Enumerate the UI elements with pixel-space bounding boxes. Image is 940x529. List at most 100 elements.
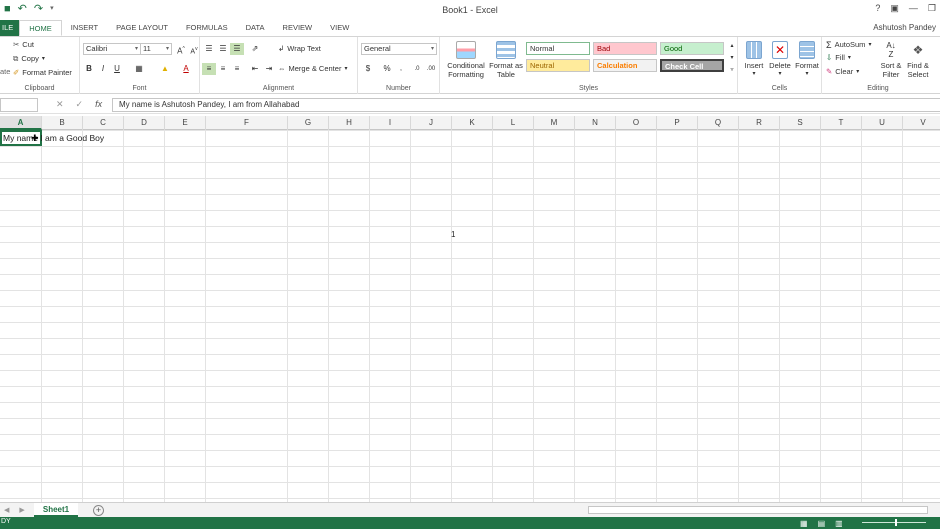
align-bottom-icon[interactable]: ☰ xyxy=(230,43,244,55)
column-header-r[interactable]: R xyxy=(739,116,780,130)
delete-cells-button[interactable]: ✕ Delete ▾ xyxy=(767,41,793,79)
column-header-i[interactable]: I xyxy=(370,116,411,130)
column-header-j[interactable]: J xyxy=(411,116,452,130)
borders-icon[interactable]: ▦ xyxy=(132,63,146,75)
fill-button[interactable]: ⇩ Fill ▾ xyxy=(826,53,851,63)
align-middle-icon[interactable]: ☰ xyxy=(216,43,230,55)
column-header-f[interactable]: F xyxy=(206,116,288,130)
underline-button[interactable]: U xyxy=(110,63,124,75)
font-color-icon[interactable]: A xyxy=(179,63,193,75)
column-header-g[interactable]: G xyxy=(288,116,329,130)
merge-center-button[interactable]: ⇔ Merge & Center ▾ xyxy=(278,64,347,74)
minimize-button[interactable]: — xyxy=(909,3,918,14)
column-header-m[interactable]: M xyxy=(534,116,575,130)
orientation-icon[interactable]: ⇗ xyxy=(248,43,262,55)
font-size-select[interactable]: 11 ▾ xyxy=(140,43,172,55)
bold-button[interactable]: B xyxy=(82,63,96,75)
copy-button[interactable]: ⧉ Copy ▾ xyxy=(13,54,45,64)
format-painter-button[interactable]: ✐ Format Painter xyxy=(13,68,72,78)
styles-scroll-down-icon[interactable]: ▾ xyxy=(725,53,739,63)
styles-scroll-up-icon[interactable]: ▴ xyxy=(725,41,739,51)
align-right-icon[interactable]: ≡ xyxy=(230,63,244,75)
sheet-tab-sheet1[interactable]: Sheet1 xyxy=(34,503,78,517)
comma-style-icon[interactable]: , xyxy=(394,63,408,75)
format-cells-button[interactable]: Format ▾ xyxy=(793,41,821,79)
tab-file[interactable]: ILE xyxy=(0,20,20,36)
ribbon-display-icon[interactable]: ▣ xyxy=(890,3,899,14)
style-neutral[interactable]: Neutral xyxy=(526,59,590,72)
insert-cells-button[interactable]: Insert ▾ xyxy=(741,41,767,79)
style-calculation[interactable]: Calculation xyxy=(593,59,657,72)
user-name[interactable]: Ashutosh Pandey xyxy=(873,23,936,32)
zoom-slider-thumb[interactable] xyxy=(895,519,897,526)
tab-data[interactable]: DATA xyxy=(237,20,274,36)
restore-button[interactable]: ❐ xyxy=(928,3,936,14)
column-header-l[interactable]: L xyxy=(493,116,534,130)
paste-button[interactable]: ate xyxy=(0,67,10,77)
cell-area[interactable] xyxy=(0,130,940,502)
prev-sheet-icon[interactable]: ◀ xyxy=(4,506,9,514)
column-header-c[interactable]: C xyxy=(83,116,124,130)
column-header-t[interactable]: T xyxy=(821,116,862,130)
tab-home[interactable]: HOME xyxy=(19,20,62,36)
fill-color-icon[interactable]: ▲ xyxy=(158,63,172,75)
currency-icon[interactable]: $ xyxy=(361,63,375,75)
tab-review[interactable]: REVIEW xyxy=(274,20,322,36)
align-left-icon[interactable]: ≡ xyxy=(202,63,216,75)
wrap-text-button[interactable]: ↲ Wrap Text xyxy=(278,44,321,54)
page-layout-view-icon[interactable]: ▤ xyxy=(818,519,826,528)
percent-icon[interactable]: % xyxy=(380,63,394,75)
normal-view-icon[interactable]: ▦ xyxy=(800,519,808,528)
styles-more-icon[interactable]: ▿ xyxy=(725,65,739,75)
column-header-d[interactable]: D xyxy=(124,116,165,130)
next-sheet-icon[interactable]: ▶ xyxy=(19,506,24,514)
style-normal[interactable]: Normal xyxy=(526,42,590,55)
column-header-p[interactable]: P xyxy=(657,116,698,130)
conditional-formatting-button[interactable]: Conditional Formatting xyxy=(443,41,489,79)
column-header-q[interactable]: Q xyxy=(698,116,739,130)
italic-button[interactable]: I xyxy=(96,63,110,75)
column-header-k[interactable]: K xyxy=(452,116,493,130)
style-good[interactable]: Good xyxy=(660,42,724,55)
decrease-indent-icon[interactable]: ⇤ xyxy=(248,63,262,75)
number-format-select[interactable]: General ▾ xyxy=(361,43,437,55)
name-box[interactable] xyxy=(0,98,38,112)
increase-decimal-icon[interactable]: .0 xyxy=(410,63,424,75)
tab-formulas[interactable]: FORMULAS xyxy=(177,20,237,36)
style-bad[interactable]: Bad xyxy=(593,42,657,55)
decrease-decimal-icon[interactable]: .00 xyxy=(424,63,438,75)
tab-view[interactable]: VIEW xyxy=(321,20,358,36)
worksheet-grid[interactable]: ABCDEFGHIJKLMNOPQRSTUV My name I am a Go… xyxy=(0,116,940,502)
sort-filter-button[interactable]: A↓ Z Sort & Filter xyxy=(878,41,904,79)
find-select-button[interactable]: ❖ Find & Select xyxy=(904,41,932,79)
enter-icon[interactable]: ✓ xyxy=(76,99,84,110)
column-header-h[interactable]: H xyxy=(329,116,370,130)
page-break-view-icon[interactable]: ▥ xyxy=(835,519,843,528)
help-button[interactable]: ? xyxy=(875,3,880,14)
column-header-b[interactable]: B xyxy=(42,116,83,130)
grow-font-icon[interactable]: A^ xyxy=(174,43,188,56)
column-header-e[interactable]: E xyxy=(165,116,206,130)
add-sheet-button[interactable]: + xyxy=(93,505,104,516)
format-as-table-button[interactable]: Format as Table xyxy=(488,41,524,79)
shrink-font-icon[interactable]: Av xyxy=(187,43,201,55)
horizontal-scrollbar[interactable] xyxy=(588,506,928,514)
tab-page-layout[interactable]: PAGE LAYOUT xyxy=(107,20,177,36)
zoom-slider[interactable] xyxy=(862,522,926,523)
column-header-s[interactable]: S xyxy=(780,116,821,130)
column-header-u[interactable]: U xyxy=(862,116,903,130)
cancel-icon[interactable]: ✕ xyxy=(56,99,64,110)
align-top-icon[interactable]: ☰ xyxy=(202,43,216,55)
column-header-o[interactable]: O xyxy=(616,116,657,130)
cut-button[interactable]: ✂ Cut xyxy=(13,40,34,50)
tab-insert[interactable]: INSERT xyxy=(62,20,107,36)
align-center-icon[interactable]: ≡ xyxy=(216,63,230,75)
increase-indent-icon[interactable]: ⇥ xyxy=(262,63,276,75)
column-header-a[interactable]: A xyxy=(0,116,42,130)
clear-button[interactable]: ✎ Clear ▾ xyxy=(826,67,859,77)
font-name-select[interactable]: Calibri ▾ xyxy=(83,43,141,55)
insert-function-icon[interactable]: fx xyxy=(95,99,102,110)
autosum-button[interactable]: Σ AutoSum ▾ xyxy=(826,40,871,50)
formula-input[interactable]: My name is Ashutosh Pandey, I am from Al… xyxy=(112,98,940,112)
style-check-cell[interactable]: Check Cell xyxy=(660,59,724,72)
